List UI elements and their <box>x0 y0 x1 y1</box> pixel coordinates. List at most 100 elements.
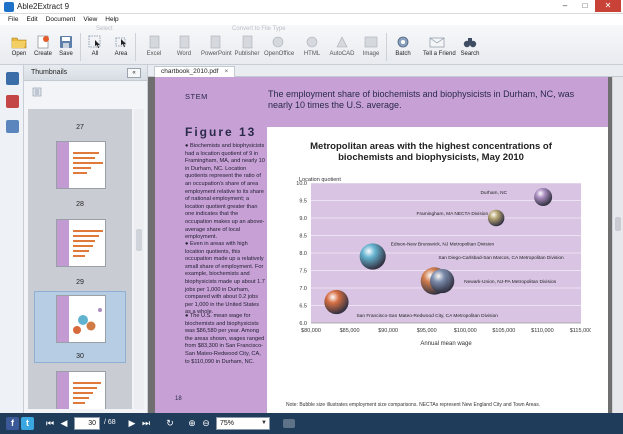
convert-excel-button[interactable]: Excel <box>140 35 168 65</box>
menu-view[interactable]: View <box>79 14 101 25</box>
batch-button[interactable]: Batch <box>389 35 417 65</box>
document-tab-strip: chartbook_2010.pdf × <box>148 65 623 77</box>
app-icon <box>4 2 14 12</box>
select-all-button[interactable]: All <box>81 35 109 65</box>
convert-image-button[interactable]: Image <box>357 35 385 65</box>
create-pdf-icon <box>37 35 49 49</box>
thumbnail-scrollbar[interactable] <box>134 109 144 409</box>
powerpoint-icon <box>210 35 221 49</box>
last-page-icon[interactable]: ⏭ <box>140 417 152 430</box>
thumbnail-page-30[interactable] <box>56 295 106 343</box>
bookmarks-icon[interactable] <box>6 95 19 108</box>
zoom-in-icon[interactable]: ⊕ <box>186 417 198 430</box>
floppy-disk-icon <box>60 36 72 48</box>
thumbnail-page-label: 27 <box>76 124 84 131</box>
previous-page-icon[interactable]: ◀ <box>58 417 70 430</box>
select-area-button[interactable]: Area <box>107 35 135 65</box>
rotate-icon[interactable]: ↻ <box>164 417 176 430</box>
status-bar: f t ⏮ ◀ 30 / 68 ▶ ⏭ ↻ ⊕ ⊖ 75% ▼ <box>0 413 623 434</box>
facebook-icon[interactable]: f <box>6 417 19 430</box>
thumbnails-toolbar <box>24 81 147 97</box>
thumbnail-list: 27 28 29 30 <box>28 109 132 409</box>
x-tick-label: $85,000 <box>340 328 360 334</box>
publisher-icon <box>242 35 253 49</box>
x-tick-label: $95,000 <box>417 328 437 334</box>
y-tick-label: 8.5 <box>299 234 307 240</box>
zoom-select[interactable]: 75% ▼ <box>216 417 270 430</box>
page-headline: The employment share of biochemists and … <box>268 89 575 110</box>
x-axis-label: Annual mean wage <box>420 341 472 347</box>
window-title: Able2Extract 9 <box>17 2 70 11</box>
first-page-icon[interactable]: ⏮ <box>44 417 56 430</box>
convert-word-button[interactable]: Word <box>170 35 198 65</box>
select-all-icon <box>88 35 101 48</box>
horizontal-scroll-thumb[interactable] <box>283 419 295 428</box>
x-tick-label: $115,000 <box>570 328 591 334</box>
zoom-out-icon[interactable]: ⊖ <box>200 417 212 430</box>
thumbnails-panel-icon[interactable] <box>6 72 19 85</box>
collapse-panel-button[interactable]: « <box>127 68 141 78</box>
word-icon <box>179 35 190 49</box>
y-axis-label: Location quotient <box>299 177 341 183</box>
y-tick-label: 6.5 <box>299 304 307 310</box>
convert-autocad-button[interactable]: AutoCAD <box>328 35 356 65</box>
menu-document[interactable]: Document <box>42 14 80 25</box>
envelope-icon <box>429 37 445 48</box>
left-rail <box>0 65 24 413</box>
thumbnail-page-31[interactable] <box>56 371 106 409</box>
twitter-icon[interactable]: t <box>21 417 34 430</box>
bubble <box>534 188 553 206</box>
title-bar: Able2Extract 9 – □ ✕ <box>0 0 623 14</box>
thumbnail-options-icon[interactable] <box>32 87 42 97</box>
document-tab[interactable]: chartbook_2010.pdf × <box>154 66 236 77</box>
toolbar-separator <box>386 33 387 61</box>
bubble-label: Edison-New Brunswick, NJ Metropolitan Di… <box>391 242 495 248</box>
bullet-paragraph: ● The U.S. mean wage for biochemists and… <box>185 313 265 365</box>
main-toolbar: Select Convert to File Type Open Create … <box>0 25 623 65</box>
document-tab-label: chartbook_2010.pdf <box>161 68 219 75</box>
convert-openoffice-button[interactable]: OpenOffice <box>264 35 294 65</box>
minimize-button[interactable]: – <box>555 0 575 12</box>
thumbnails-panel: Thumbnails « 27 28 29 30 <box>24 65 148 413</box>
page-number-input[interactable]: 30 <box>74 417 100 430</box>
select-group-label: Select <box>96 26 113 32</box>
search-button[interactable]: Search <box>456 35 484 65</box>
bubble <box>487 209 505 227</box>
x-tick-label: $110,000 <box>531 328 554 334</box>
tell-a-friend-button[interactable]: Tell a Friend <box>423 35 456 65</box>
convert-publisher-button[interactable]: Publisher <box>233 35 261 65</box>
convert-powerpoint-button[interactable]: PowerPoint <box>201 35 232 65</box>
close-button[interactable]: ✕ <box>595 0 621 12</box>
attachments-icon[interactable] <box>6 120 19 133</box>
menu-edit[interactable]: Edit <box>22 14 41 25</box>
bubble <box>324 289 349 315</box>
thumbnail-page-29[interactable] <box>56 219 106 267</box>
bubble <box>359 243 386 270</box>
bubble-label: Framingham, MA NECTA Division <box>417 211 489 217</box>
menu-file[interactable]: File <box>4 14 22 25</box>
thumbnail-page-28[interactable] <box>56 141 106 189</box>
autocad-icon <box>336 36 348 48</box>
save-button[interactable]: Save <box>52 35 80 65</box>
thumbnails-title: Thumbnails <box>31 69 68 76</box>
x-tick-label: $105,000 <box>492 328 515 334</box>
excel-icon <box>149 35 160 49</box>
convert-html-button[interactable]: HTML <box>298 35 326 65</box>
maximize-button[interactable]: □ <box>575 0 595 12</box>
y-tick-label: 7.5 <box>299 269 307 275</box>
chart-note: Note: Bubble size illustrates employment… <box>286 402 541 408</box>
y-tick-label: 8.0 <box>299 251 307 257</box>
bubble-label: Durham, NC <box>480 190 507 196</box>
y-tick-label: 9.0 <box>299 216 307 222</box>
bubble <box>429 268 455 294</box>
document-scrollbar[interactable] <box>612 77 623 413</box>
x-tick-label: $100,000 <box>454 328 477 334</box>
close-tab-icon[interactable]: × <box>224 68 228 75</box>
next-page-icon[interactable]: ▶ <box>126 417 138 430</box>
bubble-label: Newark-Union, NJ-PA Metropolitan Divisio… <box>464 279 556 285</box>
pdf-page: STEM The employment share of biochemists… <box>155 77 608 413</box>
thumbnail-page-label: 30 <box>76 353 84 360</box>
chevron-down-icon: ▼ <box>261 420 267 426</box>
section-label: STEM <box>185 92 208 101</box>
menu-help[interactable]: Help <box>101 14 122 25</box>
